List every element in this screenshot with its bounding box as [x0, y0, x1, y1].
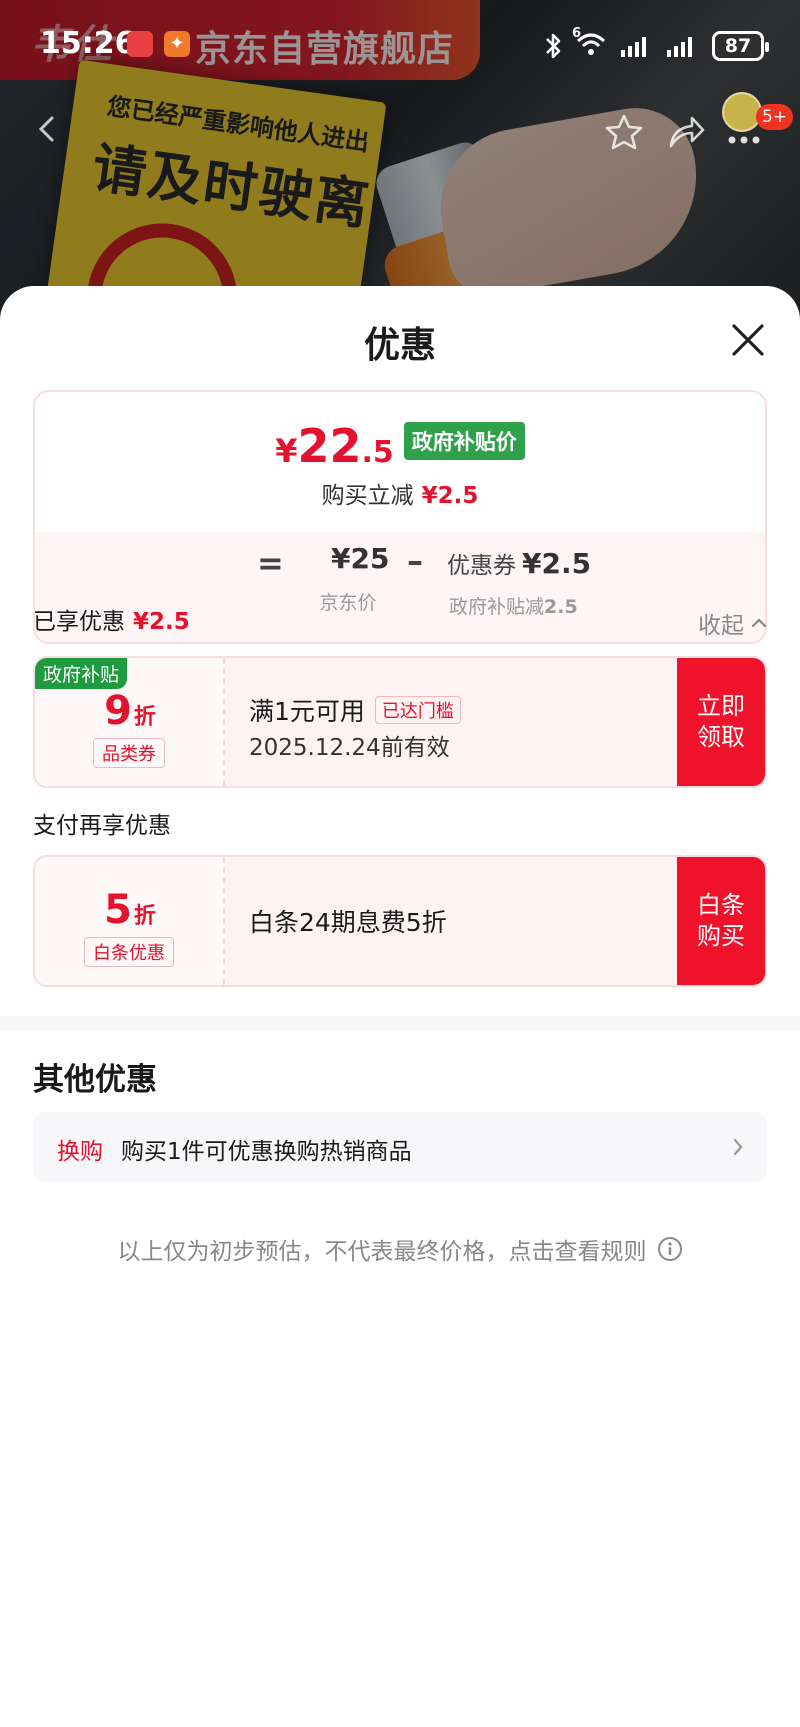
jd-price-label: 京东价 — [319, 592, 377, 614]
other-discounts-title: 其他优惠 — [33, 1062, 157, 1098]
coupon-expiry: 2025.12.24前有效 — [249, 735, 450, 761]
claim-label-line1: 立即 — [697, 692, 745, 720]
coupon-deduction-detail: 政府补贴减2.5 — [449, 592, 578, 619]
signal-icon-2 — [667, 37, 692, 57]
reduce-line: 购买立减 ¥2.5 — [35, 476, 765, 510]
battery-indicator: 87 — [712, 31, 769, 61]
discount-sheet: 优惠 ¥22.5 政府补贴价 购买立减 ¥2.5 = ¥25 京东价 – 优惠券 ¥… — [0, 286, 800, 1727]
close-icon[interactable] — [726, 318, 770, 362]
coupon-type: 品类券 — [93, 738, 165, 768]
discount-number: 5 — [104, 887, 132, 933]
buy-label-line2: 购买 — [697, 922, 745, 950]
chevron-up-icon — [751, 618, 767, 628]
coupon-value-area: 5折 白条优惠 — [35, 857, 225, 985]
jd-price: ¥25 — [331, 542, 390, 575]
category-coupon-card: 政府补贴 9折 品类券 满1元可用 已达门槛 2025.12.24前有效 立即领… — [33, 656, 767, 788]
coupon-info: 满1元可用 已达门槛 2025.12.24前有效 — [225, 658, 677, 786]
section-divider — [0, 1016, 800, 1030]
coupon-value: ¥2.5 — [522, 547, 592, 580]
threshold-reached-tag: 已达门槛 — [374, 696, 461, 724]
enjoyed-amount: ¥2.5 — [133, 609, 190, 635]
bluetooth-icon — [546, 33, 561, 59]
coupon-label: 优惠券 — [447, 553, 516, 579]
info-icon[interactable] — [657, 1236, 683, 1262]
discount-unit: 折 — [133, 705, 156, 730]
sheet-title: 优惠 — [363, 325, 436, 366]
pay-extra-discount-title: 支付再享优惠 — [33, 813, 171, 839]
claim-button-label: 立即 领取 — [697, 691, 745, 753]
gov-subsidy-corner-tag: 政府补贴 — [35, 658, 128, 689]
huawei-app-icon — [127, 31, 153, 57]
collapse-label: 收起 — [698, 613, 744, 639]
status-icons: 6 87 — [544, 26, 769, 64]
gov-subsidy-price-tag: 政府补贴价 — [403, 422, 525, 460]
status-time: 15:26 — [40, 26, 136, 61]
collapse-button[interactable]: 收起 — [698, 606, 768, 640]
coupon-deduction: 优惠券 ¥2.5 — [447, 546, 591, 580]
discount-unit: 折 — [133, 904, 156, 929]
coupon-discount: 9折 — [35, 688, 225, 734]
status-bar: 15:26 ✦ 6 87 — [0, 0, 800, 92]
condition-text: 满1元可用 — [249, 697, 365, 726]
reduce-label: 购买立减 — [321, 483, 414, 509]
wifi-group: 6 — [572, 26, 606, 60]
baitiao-buy-button[interactable]: 白条 购买 — [677, 857, 765, 985]
final-price-row: ¥22.5 政府补贴价 — [35, 422, 765, 470]
claim-label-line2: 领取 — [697, 723, 745, 751]
final-price: ¥22.5 — [275, 422, 394, 470]
price-disclaimer[interactable]: 以上仅为初步预估，不代表最终价格，点击查看规则 — [0, 1232, 800, 1266]
final-price-integer: 22 — [297, 419, 362, 473]
baitiao-coupon-card: 5折 白条优惠 白条24期息费5折 白条购买 — [33, 855, 767, 987]
coupon-description: 白条24期息费5折 — [249, 908, 447, 937]
star-icon[interactable] — [604, 112, 644, 152]
coupon-discount: 5折 — [35, 887, 225, 933]
minus-sign: – — [407, 542, 423, 580]
gov-subsidy-label: 政府补贴减 — [449, 596, 545, 618]
coupon-value-area: 政府补贴 9折 品类券 — [35, 658, 225, 786]
reduce-amount: ¥2.5 — [421, 483, 479, 509]
buy-label-line1: 白条 — [697, 891, 745, 919]
jd-app-icon: ✦ — [164, 31, 190, 57]
coupon-condition: 满1元可用 已达门槛 — [249, 692, 461, 728]
signal-icon — [621, 37, 646, 57]
chevron-right-icon — [733, 1138, 743, 1156]
buy-button-label: 白条 购买 — [697, 890, 745, 952]
enjoyed-label: 已享优惠 — [33, 609, 125, 635]
swap-tag: 换购 — [57, 1139, 103, 1165]
discount-number: 9 — [104, 688, 132, 734]
coupon-type: 白条优惠 — [84, 937, 174, 967]
final-price-currency: ¥ — [275, 432, 298, 470]
network-type: 6 — [572, 26, 582, 41]
disclaimer-text: 以上仅为初步预估，不代表最终价格，点击查看规则 — [117, 1239, 647, 1265]
swap-purchase-row[interactable]: 换购 购买1件可优惠换购热销商品 — [33, 1112, 767, 1182]
enjoyed-discount: 已享优惠 ¥2.5 — [33, 602, 190, 636]
final-price-decimal: .5 — [361, 435, 394, 470]
coupon-info: 白条24期息费5折 — [225, 857, 677, 985]
message-badge: 5+ — [756, 104, 794, 130]
claim-coupon-button[interactable]: 立即 领取 — [677, 658, 765, 786]
swap-text: 购买1件可优惠换购热销商品 — [121, 1139, 412, 1165]
equals-sign: = — [257, 544, 284, 582]
back-icon[interactable] — [30, 112, 64, 146]
gov-subsidy-value: 2.5 — [544, 596, 578, 618]
share-icon[interactable] — [666, 112, 706, 152]
